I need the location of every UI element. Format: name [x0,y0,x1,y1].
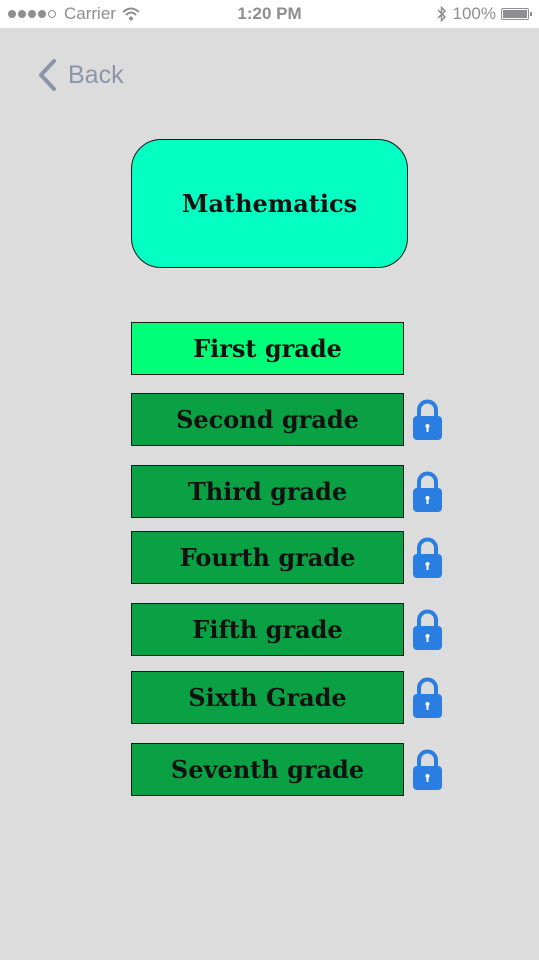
subject-title: Mathematics [181,189,358,218]
status-bar: Carrier 1:20 PM 100% [0,0,539,28]
chevron-left-icon [39,59,56,91]
status-right: 100% [436,4,532,24]
grade-button-first[interactable]: First grade [131,322,404,375]
grade-label: Second grade [176,405,359,434]
lock-icon [413,537,442,578]
bluetooth-icon [436,6,446,22]
grade-label: Third grade [187,477,348,506]
grade-label: Fifth grade [192,615,343,644]
lock-icon [413,749,442,790]
grade-button-sixth[interactable]: Sixth Grade [131,671,404,724]
battery-percent: 100% [452,4,496,23]
grade-button-second[interactable]: Second grade [131,393,404,446]
subject-card[interactable]: Mathematics [131,139,408,268]
back-label: Back [68,60,124,89]
back-button[interactable]: Back [36,58,124,92]
grade-label: Fourth grade [179,543,356,572]
lock-icon [413,471,442,512]
lock-icon [413,609,442,650]
grade-button-third[interactable]: Third grade [131,465,404,518]
lock-icon [413,677,442,718]
grade-button-seventh[interactable]: Seventh grade [131,743,404,796]
grade-label: Seventh grade [170,755,365,784]
battery-icon [501,8,532,20]
grade-button-fifth[interactable]: Fifth grade [131,603,404,656]
lock-icon [413,399,442,440]
grade-label: First grade [193,334,342,363]
grade-label: Sixth Grade [188,683,347,712]
grade-button-fourth[interactable]: Fourth grade [131,531,404,584]
